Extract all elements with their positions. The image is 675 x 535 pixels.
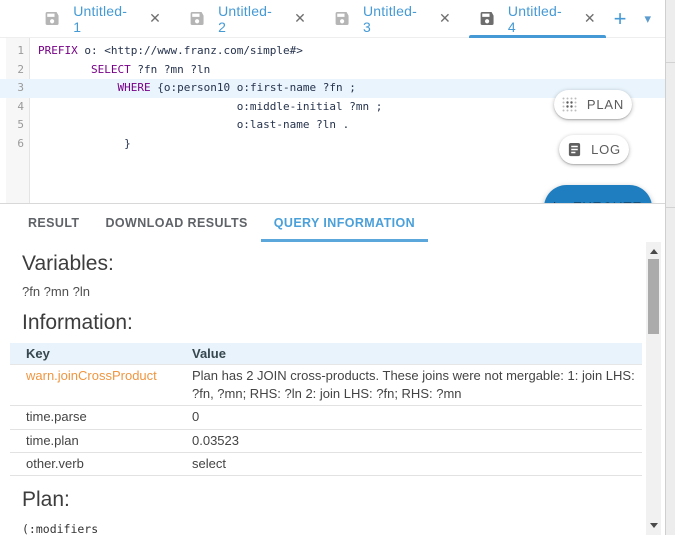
variables-value: ?fn ?mn ?ln	[22, 284, 665, 299]
info-value: 0	[186, 406, 642, 429]
tab-label: Untitled-1	[73, 3, 132, 35]
query-editor-window: Untitled-1 ✕ Untitled-2 ✕ Untitled-3 ✕ U…	[0, 0, 675, 535]
tab-bar-controls: + ▾	[610, 9, 665, 29]
close-icon[interactable]: ✕	[149, 10, 161, 27]
code-line: PREFIX o: <http://www.franz.com/simple#>	[38, 42, 382, 61]
plan-heading: Plan:	[22, 488, 665, 512]
scrollbar-thumb[interactable]	[648, 259, 659, 334]
information-heading: Information:	[22, 311, 665, 335]
code-text: {o:person10 o:first-name ?fn ;	[151, 81, 356, 94]
line-number: 3	[6, 79, 30, 98]
save-icon[interactable]	[479, 10, 495, 27]
tab-label: Untitled-2	[218, 3, 277, 35]
column-header-key: Key	[10, 343, 186, 365]
code-keyword: SELECT	[91, 63, 131, 76]
code-text	[38, 100, 237, 113]
log-button-label: LOG	[591, 142, 621, 157]
close-icon[interactable]: ✕	[584, 10, 596, 27]
editor-tab-untitled-4[interactable]: Untitled-4 ✕	[465, 0, 610, 38]
plan-button-label: PLAN	[587, 97, 624, 112]
table-header-row: Key Value	[10, 343, 642, 365]
execute-button[interactable]: EXECUTE	[544, 185, 652, 203]
close-icon[interactable]: ✕	[439, 10, 451, 27]
code-area[interactable]: PREFIX o: <http://www.franz.com/simple#>…	[38, 42, 382, 153]
column-header-value: Value	[186, 343, 642, 365]
line-number: 2	[6, 61, 30, 80]
query-information-panel: Variables: ?fn ?mn ?ln Information: Key …	[0, 242, 665, 535]
scroll-up-icon	[650, 249, 658, 254]
table-row: time.parse 0	[10, 406, 642, 429]
code-text: o: <http://www.franz.com/simple#>	[78, 44, 303, 57]
table-row: other.verb select	[10, 452, 642, 475]
code-text: ?fn ?mn ?ln	[131, 63, 210, 76]
plan-button[interactable]: PLAN	[554, 90, 632, 119]
play-icon	[554, 202, 563, 204]
code-text	[38, 81, 117, 94]
adjacent-panel-edge	[665, 0, 675, 535]
code-line: o:last-name ?ln .	[38, 116, 382, 135]
log-button[interactable]: LOG	[559, 135, 629, 164]
panel-edge-divider	[666, 62, 675, 63]
line-number: 4	[6, 98, 30, 117]
results-tab-bar: RESULT DOWNLOAD RESULTS QUERY INFORMATIO…	[0, 203, 665, 241]
info-value: Plan has 2 JOIN cross-products. These jo…	[186, 365, 642, 406]
code-line: }	[38, 135, 382, 154]
scroll-down-icon	[650, 523, 658, 528]
tab-label: Untitled-3	[363, 3, 422, 35]
information-table: Key Value warn.joinCrossProduct Plan has…	[10, 343, 642, 476]
info-key: warn.joinCrossProduct	[10, 365, 186, 406]
info-key: time.plan	[10, 429, 186, 452]
editor-tab-untitled-2[interactable]: Untitled-2 ✕	[175, 0, 320, 38]
execute-button-label: EXECUTE	[573, 200, 642, 203]
editor-tab-untitled-3[interactable]: Untitled-3 ✕	[320, 0, 465, 38]
plan-code-line: (:modifiers	[22, 520, 665, 535]
code-keyword: PREFIX	[38, 44, 78, 57]
scroll-down-button[interactable]	[646, 518, 661, 532]
panel-edge-divider	[666, 207, 675, 208]
results-scrollbar[interactable]	[646, 242, 661, 535]
tab-download-results[interactable]: DOWNLOAD RESULTS	[92, 204, 260, 242]
variables-heading: Variables:	[22, 252, 665, 276]
code-text	[38, 63, 91, 76]
line-number: 5	[6, 116, 30, 135]
save-icon[interactable]	[334, 10, 350, 27]
dot-grid-icon	[562, 97, 578, 113]
info-key: time.parse	[10, 406, 186, 429]
code-line: o:middle-initial ?mn ;	[38, 98, 382, 117]
code-text: }	[124, 137, 131, 150]
editor-tab-bar: Untitled-1 ✕ Untitled-2 ✕ Untitled-3 ✕ U…	[0, 0, 665, 38]
tab-query-information[interactable]: QUERY INFORMATION	[261, 204, 428, 242]
code-keyword: WHERE	[117, 81, 150, 94]
main-panel: Untitled-1 ✕ Untitled-2 ✕ Untitled-3 ✕ U…	[0, 0, 665, 535]
code-text	[38, 137, 124, 150]
tab-menu-caret-icon[interactable]: ▾	[642, 11, 653, 27]
code-text	[38, 118, 237, 131]
info-value: 0.03523	[186, 429, 642, 452]
table-row: warn.joinCrossProduct Plan has 2 JOIN cr…	[10, 365, 642, 406]
code-line: SELECT ?fn ?mn ?ln	[38, 61, 382, 80]
editor-tab-untitled-1[interactable]: Untitled-1 ✕	[30, 0, 175, 38]
save-icon[interactable]	[189, 10, 205, 27]
code-text: o:last-name ?ln .	[237, 118, 350, 131]
close-icon[interactable]: ✕	[294, 10, 306, 27]
line-number: 1	[6, 42, 30, 61]
tab-label: Untitled-4	[508, 3, 567, 35]
scroll-up-button[interactable]	[646, 244, 661, 258]
add-tab-button[interactable]: +	[610, 9, 631, 29]
info-value: select	[186, 452, 642, 475]
line-numbers: 1 2 3 4 5 6	[6, 42, 30, 153]
sparql-code-editor[interactable]: 1 2 3 4 5 6 PREFIX o: <http://www.franz.…	[0, 38, 665, 203]
tab-result[interactable]: RESULT	[15, 204, 92, 242]
save-icon[interactable]	[44, 10, 60, 27]
info-key: other.verb	[10, 452, 186, 475]
document-icon	[567, 142, 582, 157]
table-row: time.plan 0.03523	[10, 429, 642, 452]
code-line: WHERE {o:person10 o:first-name ?fn ;	[38, 79, 382, 98]
line-number: 6	[6, 135, 30, 154]
code-text: o:middle-initial ?mn ;	[237, 100, 383, 113]
